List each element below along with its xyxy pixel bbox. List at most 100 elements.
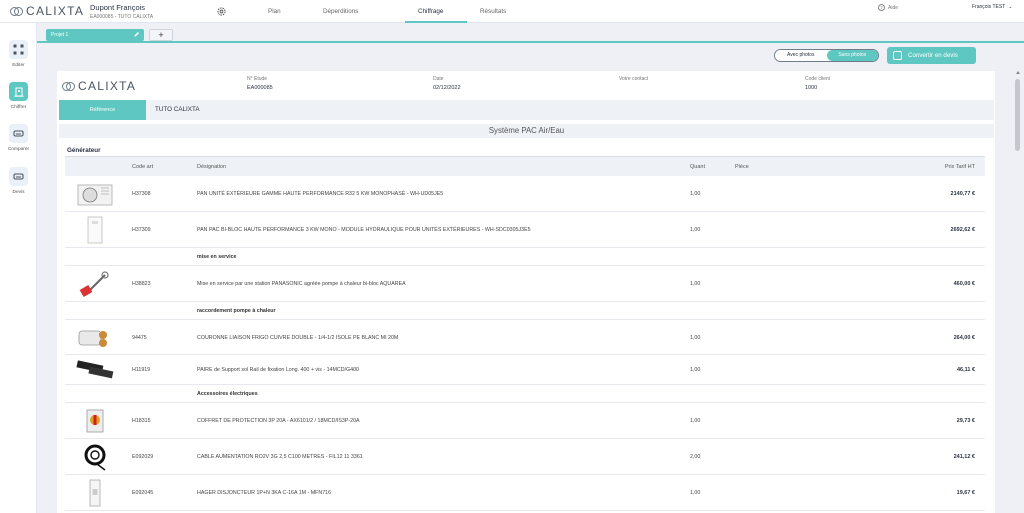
cell-price: 29,73 € bbox=[956, 418, 975, 424]
main-nav: Plan Déperditions Chiffrage Résultats bbox=[255, 0, 527, 23]
table-row[interactable]: H37309 PAN PAC BI-BLOC HAUTE PERFORMANCE… bbox=[65, 212, 985, 248]
hydro-module-thumbnail bbox=[87, 216, 103, 244]
gear-icon[interactable] bbox=[216, 6, 227, 17]
table-row[interactable]: H37308 PAN UNITÉ EXTÉRIEURE GAMME HAUTE … bbox=[65, 176, 985, 212]
cell-code: H37309 bbox=[132, 227, 151, 233]
cell-quantity: 1,00 bbox=[690, 418, 701, 424]
cell-designation: COFFRET DE PROTECTION 3P 20A - AX6101/2 … bbox=[197, 418, 360, 424]
cell-price: 2692,62 € bbox=[950, 227, 975, 233]
add-project-button[interactable]: + bbox=[149, 29, 173, 41]
table-row[interactable]: H18315 COFFRET DE PROTECTION 3P 20A - AX… bbox=[65, 403, 985, 439]
table-row[interactable]: E092045 HAGER DISJONCTEUR 1P+N 3KA C-16A… bbox=[65, 475, 985, 511]
tab-resultats[interactable]: Résultats bbox=[467, 0, 527, 23]
building-icon bbox=[9, 82, 28, 101]
section-label: Accessoires électriques bbox=[197, 391, 258, 397]
section-label: mise en service bbox=[197, 254, 237, 260]
cell-price: 241,12 € bbox=[953, 454, 975, 460]
cell-quantity: 1,00 bbox=[690, 191, 701, 197]
quote-document: CALIXTA N° Etude EA000085 Date 02/12/202… bbox=[57, 71, 995, 513]
chevron-down-icon: ⌄ bbox=[1008, 4, 1013, 10]
convert-label: Convertir en devis bbox=[908, 52, 958, 59]
sidebar-item-chiffrer[interactable]: Chiffrer bbox=[0, 82, 37, 110]
table-row[interactable]: E092029 CABLE AUMENTATION RO2V 3G 2,5 C1… bbox=[65, 439, 985, 475]
cell-code: H37308 bbox=[132, 191, 151, 197]
meta-label: Date bbox=[433, 76, 444, 82]
section-label: raccordement pompe à chaleur bbox=[197, 308, 276, 314]
meta-label: N° Etude bbox=[247, 76, 268, 82]
client-reference: EA000085 - TUTO CALIXTA bbox=[90, 14, 154, 20]
sidebar-item-editer[interactable]: Editer bbox=[0, 40, 37, 68]
toggle-with-photos[interactable]: Avec photos bbox=[775, 50, 827, 61]
cell-price: 264,00 € bbox=[953, 335, 975, 341]
document-logo-text: CALIXTA bbox=[78, 79, 137, 93]
document-logo: CALIXTA bbox=[62, 79, 136, 93]
switch-box-thumbnail bbox=[86, 409, 104, 433]
reference-badge: Référence bbox=[59, 100, 146, 120]
user-name: François TEST bbox=[972, 4, 1006, 10]
meta-label: Code client bbox=[805, 76, 831, 82]
breaker-thumbnail bbox=[89, 479, 101, 507]
cell-quantity: 1,00 bbox=[690, 227, 701, 233]
sofa-icon bbox=[9, 167, 28, 186]
edit-icon[interactable] bbox=[133, 31, 140, 38]
cell-designation: PAN UNITÉ EXTÉRIEURE GAMME HAUTE PERFORM… bbox=[197, 191, 444, 197]
tab-plan[interactable]: Plan bbox=[255, 0, 310, 23]
cell-designation: PAN PAC BI-BLOC HAUTE PERFORMANCE 3 KW M… bbox=[197, 227, 531, 233]
sidebar-label: Comparer bbox=[7, 147, 30, 152]
scrollbar-thumb[interactable] bbox=[1015, 79, 1020, 151]
user-menu[interactable]: François TEST ⌄ bbox=[972, 4, 1012, 10]
meta-label: Votre contact bbox=[619, 76, 649, 82]
cell-code: H18315 bbox=[132, 418, 151, 424]
sidebar-label: Editer bbox=[12, 63, 25, 68]
cell-code: E092029 bbox=[132, 454, 154, 460]
cell-price: 19,67 € bbox=[956, 490, 975, 496]
rail-support-thumbnail bbox=[76, 360, 114, 379]
cell-designation: Mise en service par une station PANASONI… bbox=[197, 281, 406, 287]
sidebar-label: Devis bbox=[12, 190, 25, 195]
top-bar: CALIXTA Dupont François EA000085 - TUTO … bbox=[0, 0, 1024, 23]
cell-code: H11919 bbox=[132, 367, 151, 373]
cell-quantity: 1,00 bbox=[690, 281, 701, 287]
cell-quantity: 2,00 bbox=[690, 454, 701, 460]
project-tab[interactable]: Projet 1 bbox=[46, 29, 144, 41]
system-title: Système PAC Air/Eau bbox=[59, 124, 994, 138]
client-info: Dupont François EA000085 - TUTO CALIXTA bbox=[90, 3, 153, 20]
table-row[interactable]: H38823 Mise en service par une station P… bbox=[65, 266, 985, 302]
app-logo[interactable]: CALIXTA bbox=[10, 4, 84, 18]
scrollbar[interactable] bbox=[1014, 71, 1020, 513]
copper-coil-thumbnail bbox=[78, 330, 107, 347]
cell-quantity: 1,00 bbox=[690, 490, 701, 496]
tab-deperditions[interactable]: Déperditions bbox=[310, 0, 405, 23]
section-row: mise en service bbox=[65, 248, 985, 266]
cell-price: 460,00 € bbox=[953, 281, 975, 287]
logo-mark-icon bbox=[62, 80, 75, 93]
cell-code: 94475 bbox=[132, 335, 147, 341]
project-tab-label: Projet 1 bbox=[51, 32, 69, 38]
grid-icon bbox=[9, 40, 28, 59]
section-row: Accessoires électriques bbox=[65, 385, 985, 403]
convert-to-quote-button[interactable]: Convertir en devis bbox=[887, 47, 976, 64]
table-row[interactable]: H11919 PAIRE de Support sol Rail de fixa… bbox=[65, 355, 985, 385]
sidebar-label: Chiffrer bbox=[10, 105, 27, 110]
toggle-without-photos[interactable]: Sans photos bbox=[826, 50, 878, 61]
sofa-icon bbox=[9, 124, 28, 143]
sidebar-item-comparer[interactable]: Comparer bbox=[0, 124, 37, 152]
help-link[interactable]: ? Aide bbox=[878, 4, 898, 11]
table-row[interactable]: 94475 COURONNE LIAISON FRIGO CUIVRE DOUB… bbox=[65, 320, 985, 355]
col-designation: Désignation bbox=[197, 164, 227, 170]
scroll-up-arrow-icon[interactable] bbox=[1016, 71, 1020, 74]
photos-toggle[interactable]: Avec photos Sans photos bbox=[774, 49, 879, 62]
outdoor-unit-thumbnail bbox=[77, 184, 113, 206]
meta-contact: Votre contact bbox=[619, 76, 648, 85]
table-header: Code art Désignation Quant Pièce Prix Ta… bbox=[65, 156, 985, 176]
meta-client-code: Code client 1000 bbox=[805, 76, 830, 91]
col-quantity: Quant bbox=[690, 164, 705, 170]
help-label: Aide bbox=[888, 4, 899, 11]
cell-designation: CABLE AUMENTATION RO2V 3G 2,5 C100 METRE… bbox=[197, 454, 363, 460]
project-divider bbox=[37, 41, 1024, 43]
logo-text: CALIXTA bbox=[26, 4, 85, 18]
cell-code: E092045 bbox=[132, 490, 154, 496]
sidebar-item-devis[interactable]: Devis bbox=[0, 167, 37, 195]
tab-chiffrage[interactable]: Chiffrage bbox=[405, 0, 467, 23]
reference-value: TUTO CALIXTA bbox=[155, 106, 200, 113]
